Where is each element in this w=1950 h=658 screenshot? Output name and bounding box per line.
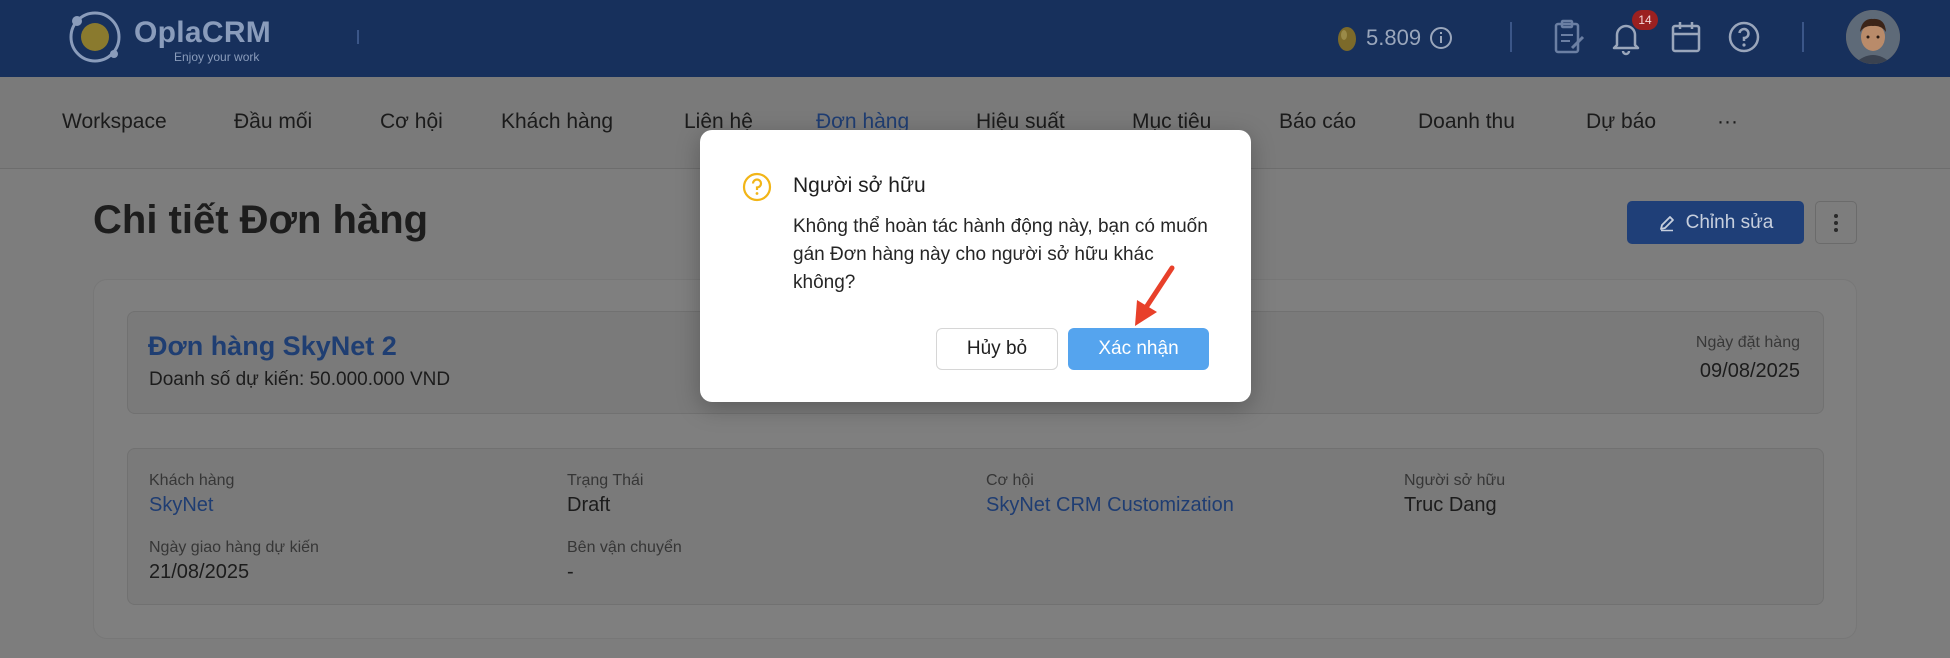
nav-more[interactable]: ··· bbox=[1717, 110, 1738, 134]
nav-forecast[interactable]: Dự báo bbox=[1586, 110, 1656, 134]
more-vertical-icon bbox=[1834, 213, 1838, 232]
order-name: Đơn hàng SkyNet 2 bbox=[148, 331, 397, 361]
nav-reports[interactable]: Báo cáo bbox=[1279, 110, 1356, 134]
opportunity-label: Cơ hội bbox=[986, 472, 1034, 489]
nav-revenue[interactable]: Doanh thu bbox=[1418, 110, 1515, 134]
order-date-label: Ngày đặt hàng bbox=[1695, 334, 1800, 351]
top-divider bbox=[357, 30, 359, 44]
info-icon[interactable] bbox=[1429, 26, 1453, 50]
logo-icon bbox=[69, 11, 121, 63]
more-actions-button[interactable] bbox=[1815, 201, 1857, 244]
pencil-icon bbox=[1659, 215, 1674, 231]
opportunity-link[interactable]: SkyNet CRM Customization bbox=[986, 494, 1234, 517]
nav-customers[interactable]: Khách hàng bbox=[501, 110, 613, 134]
expected-sales: Doanh số dự kiến: 50.000.000 VND bbox=[149, 369, 451, 390]
cancel-button[interactable]: Hủy bỏ bbox=[936, 328, 1058, 370]
avatar[interactable] bbox=[1846, 10, 1900, 64]
order-fields-panel bbox=[127, 448, 1824, 605]
shipper-value: - bbox=[567, 561, 574, 583]
status-value: Draft bbox=[567, 494, 611, 516]
shipper-label: Bên vận chuyển bbox=[567, 539, 682, 556]
logo-text: OplaCRM bbox=[134, 16, 272, 49]
coin-value: 5.809 bbox=[1366, 25, 1422, 50]
help-icon[interactable] bbox=[1726, 18, 1762, 56]
top-divider bbox=[1510, 22, 1512, 52]
nav-workspace[interactable]: Workspace bbox=[62, 110, 167, 134]
delivery-date-value: 21/08/2025 bbox=[149, 561, 250, 583]
dialog-title: Người sở hữu bbox=[793, 174, 926, 197]
nav-leads[interactable]: Đầu mối bbox=[234, 110, 312, 134]
customer-link[interactable]: SkyNet bbox=[149, 494, 213, 517]
notification-badge: 14 bbox=[1632, 10, 1658, 30]
customer-label: Khách hàng bbox=[149, 472, 235, 489]
clipboard-icon[interactable] bbox=[1550, 18, 1586, 56]
dialog-message: Không thể hoàn tác hành động này, bạn có… bbox=[793, 216, 1208, 293]
coin-balance[interactable]: 5.809 bbox=[1336, 20, 1453, 56]
order-date-value: 09/08/2025 bbox=[1699, 360, 1800, 382]
status-label: Trạng Thái bbox=[567, 472, 644, 489]
edit-button[interactable]: Chỉnh sửa bbox=[1627, 201, 1804, 244]
top-divider bbox=[1802, 22, 1804, 52]
confirm-dialog: Người sở hữu Không thể hoàn tác hành độn… bbox=[700, 130, 1251, 402]
owner-value: Truc Dang bbox=[1404, 494, 1497, 516]
question-icon bbox=[742, 172, 772, 202]
coin-icon bbox=[1338, 27, 1356, 51]
delivery-date-label: Ngày giao hàng dự kiến bbox=[149, 539, 319, 556]
page-title: Chi tiết Đơn hàng bbox=[93, 198, 429, 242]
edit-button-label: Chỉnh sửa bbox=[1685, 211, 1774, 233]
owner-label: Người sở hữu bbox=[1404, 472, 1506, 489]
logo-tagline: Enjoy your work bbox=[174, 50, 260, 64]
confirm-button[interactable]: Xác nhận bbox=[1068, 328, 1209, 370]
nav-opportunities[interactable]: Cơ hội bbox=[380, 110, 443, 134]
user-avatar-icon bbox=[1846, 10, 1900, 64]
app-logo[interactable]: OplaCRM Enjoy your work bbox=[64, 4, 284, 68]
top-bar: OplaCRM Enjoy your work 5.809 14 bbox=[0, 0, 1950, 77]
calendar-icon[interactable] bbox=[1668, 18, 1704, 56]
